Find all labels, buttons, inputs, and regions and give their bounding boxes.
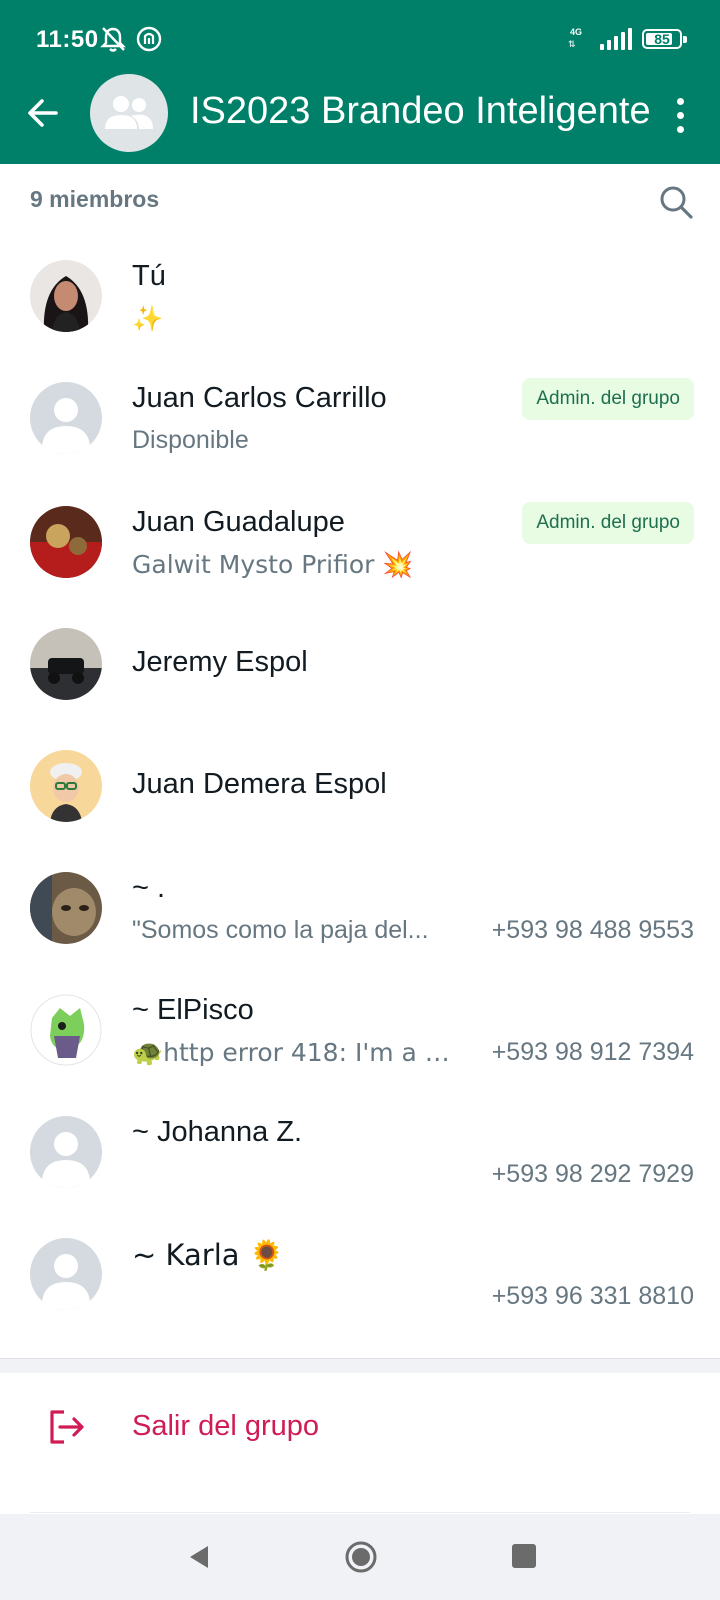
default-avatar-icon	[30, 382, 102, 454]
divider	[30, 1512, 690, 1513]
signal-icon	[600, 28, 632, 50]
member-name: Jeremy Espol	[132, 646, 308, 678]
battery-icon: 85	[642, 29, 687, 49]
status-time: 11:50	[36, 26, 99, 53]
member-name: ~ .	[132, 872, 166, 904]
member-name: Juan Demera Espol	[132, 768, 387, 800]
status-right: 4G ⇅ 85	[568, 22, 687, 56]
exit-group-button[interactable]: Salir del grupo	[0, 1372, 720, 1482]
admin-badge: Admin. del grupo	[522, 502, 694, 544]
avatar	[30, 260, 102, 332]
member-status: 🐢http error 418: I'm a tea...	[132, 1038, 452, 1067]
member-status: Disponible	[132, 426, 249, 454]
member-phone: +593 98 912 7394	[491, 1038, 694, 1066]
member-phone: +593 98 292 7929	[491, 1160, 694, 1188]
member-row[interactable]: Jeremy Espol	[0, 604, 720, 728]
member-name: Juan Guadalupe	[132, 506, 345, 538]
member-row[interactable]: ~ Karla 🌻 +593 96 331 8810	[0, 1214, 720, 1338]
avatar	[30, 506, 102, 578]
group-people-icon	[105, 96, 153, 129]
member-row[interactable]: Juan Guadalupe Galwit Mysto Prifior 💥 Ad…	[0, 482, 720, 606]
exit-group-label: Salir del grupo	[132, 1410, 319, 1442]
nav-back-icon[interactable]	[184, 1542, 214, 1572]
member-name: Tú	[132, 260, 166, 292]
avatar	[30, 994, 102, 1066]
nfc-icon	[134, 24, 164, 54]
group-avatar[interactable]	[90, 74, 168, 152]
group-title[interactable]: IS2023 Brandeo Inteligente	[190, 90, 680, 133]
avatar	[30, 750, 102, 822]
members-header: 9 miembros	[0, 164, 720, 234]
member-name: ~ Karla 🌻	[132, 1238, 285, 1272]
search-icon[interactable]	[656, 182, 696, 222]
arrow-left-icon	[28, 99, 58, 127]
nav-home-icon[interactable]	[344, 1540, 378, 1574]
avatar	[30, 872, 102, 944]
member-row[interactable]: Tú ✨	[0, 236, 720, 360]
avatar	[30, 628, 102, 700]
default-avatar-icon	[30, 1238, 102, 1310]
member-row[interactable]: Juan Demera Espol	[0, 726, 720, 850]
member-row[interactable]: ~ ElPisco 🐢http error 418: I'm a tea... …	[0, 970, 720, 1094]
status-bar: 11:50 4G ⇅ 85	[0, 0, 720, 80]
member-phone: +593 96 331 8810	[491, 1282, 694, 1310]
member-name: ~ Johanna Z.	[132, 1116, 303, 1148]
more-vertical-icon[interactable]	[668, 92, 692, 138]
admin-badge: Admin. del grupo	[522, 378, 694, 420]
nav-recents-icon[interactable]	[512, 1544, 536, 1568]
member-count: 9 miembros	[30, 186, 160, 212]
battery-level: 85	[654, 31, 670, 47]
member-status: ✨	[132, 304, 164, 333]
app-bar: 11:50 4G ⇅ 85 IS2023 Brandeo Inteligente	[0, 0, 720, 164]
member-row[interactable]: ~ . "Somos como la paja del... +593 98 4…	[0, 848, 720, 972]
member-status: Galwit Mysto Prifior 💥	[132, 550, 414, 579]
mute-bell-icon	[98, 24, 128, 54]
member-row[interactable]: Juan Carlos Carrillo Disponible Admin. d…	[0, 358, 720, 482]
section-divider	[0, 1358, 720, 1373]
member-phone: +593 98 488 9553	[491, 916, 694, 944]
member-name: Juan Carlos Carrillo	[132, 382, 387, 414]
member-status: "Somos como la paja del...	[132, 916, 429, 944]
chat-header: IS2023 Brandeo Inteligente	[0, 70, 720, 164]
member-row[interactable]: ~ Johanna Z. +593 98 292 7929	[0, 1092, 720, 1216]
exit-icon	[46, 1406, 88, 1448]
default-avatar-icon	[30, 1116, 102, 1188]
navigation-bar	[0, 1514, 720, 1600]
back-button[interactable]	[20, 90, 66, 136]
network-indicator: 4G ⇅	[568, 27, 583, 49]
member-name: ~ ElPisco	[132, 994, 254, 1026]
